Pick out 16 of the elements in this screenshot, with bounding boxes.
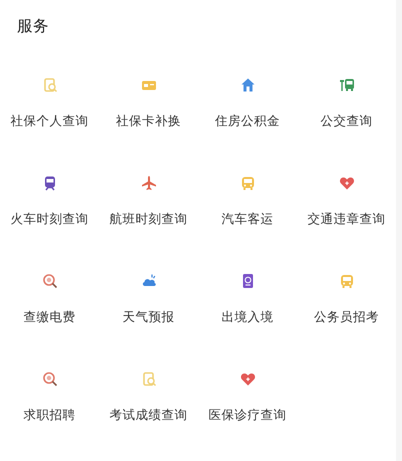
service-label[interactable]: 求职招聘 (24, 407, 76, 423)
service-label[interactable]: 航班时刻查询 (110, 211, 188, 227)
service-label[interactable]: 住房公积金 (215, 113, 280, 129)
service-label[interactable]: 社保个人查询 (10, 113, 88, 129)
service-label[interactable]: 社保卡补换 (116, 113, 181, 129)
service-label[interactable]: 火车时刻查询 (10, 211, 88, 227)
service-label[interactable]: 公交查询 (320, 113, 372, 129)
service-label[interactable]: 天气预报 (122, 309, 174, 325)
service-label[interactable]: 交通违章查询 (308, 211, 386, 227)
service-label[interactable]: 查缴电费 (24, 309, 76, 325)
section-title: 服务 (17, 16, 49, 36)
service-label[interactable]: 出境入境 (222, 309, 274, 325)
service-label[interactable]: 考试成绩查询 (110, 407, 188, 423)
service-label[interactable]: 医保诊疗查询 (208, 407, 286, 423)
service-label[interactable]: 公务员招考 (314, 309, 379, 325)
service-label[interactable]: 汽车客运 (222, 211, 274, 227)
